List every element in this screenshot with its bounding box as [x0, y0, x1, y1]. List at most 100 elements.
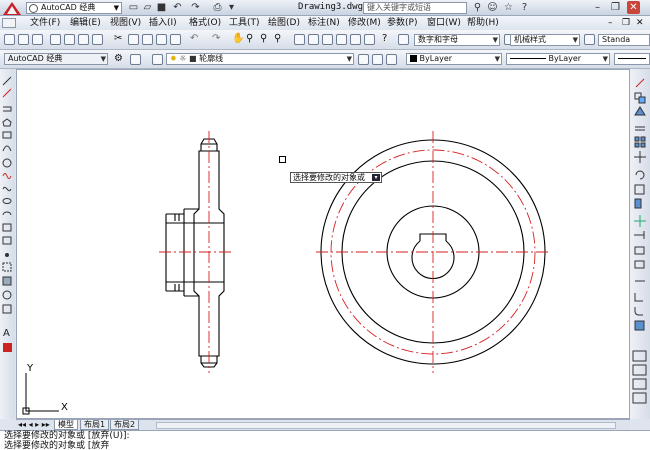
- plot-icon[interactable]: [50, 34, 61, 45]
- publish-icon[interactable]: [78, 34, 89, 45]
- quickcalc-icon[interactable]: [364, 34, 375, 45]
- autocad-logo-icon[interactable]: [2, 1, 22, 16]
- menu-insert[interactable]: 插入(I): [147, 17, 179, 29]
- match-properties-icon[interactable]: [156, 34, 167, 45]
- 3d-print-icon[interactable]: [92, 34, 103, 45]
- lightbulb-icon: ✹: [170, 54, 177, 63]
- doc-minimize-button[interactable]: –: [608, 18, 613, 28]
- tab-layout2[interactable]: 布局2: [110, 420, 140, 430]
- star-icon[interactable]: ☆: [503, 2, 514, 13]
- plot-preview-icon[interactable]: [64, 34, 75, 45]
- new-file-icon[interactable]: ▭: [128, 2, 139, 13]
- tab-model[interactable]: 模型: [54, 420, 78, 430]
- block-editor-icon[interactable]: [170, 34, 181, 45]
- layer-state-icon[interactable]: [386, 54, 397, 65]
- drawing-area[interactable]: Y X: [17, 70, 631, 420]
- text-style-combo[interactable]: 数字和字母 ▼: [414, 34, 500, 46]
- markup-icon[interactable]: [350, 34, 361, 45]
- user-icon[interactable]: ☺: [487, 2, 498, 13]
- copy-icon[interactable]: [128, 34, 139, 45]
- make-current-layer-icon[interactable]: [358, 54, 369, 65]
- zoom-realtime-icon[interactable]: ⚲: [246, 33, 253, 44]
- explode-icon: [634, 320, 645, 331]
- menu-edit[interactable]: 编辑(E): [68, 17, 103, 29]
- undo-icon[interactable]: ↶: [172, 2, 183, 13]
- drawing-canvas[interactable]: Y X: [16, 69, 630, 419]
- print-icon[interactable]: ⎙: [212, 2, 223, 13]
- tab-layout1[interactable]: 布局1: [80, 420, 110, 430]
- command-line[interactable]: 选择要修改的对象或 [放弃(U)]: 选择要修改的对象或 [放弃: [0, 430, 650, 450]
- restore-button[interactable]: ❐: [609, 1, 622, 14]
- cut-icon[interactable]: ✂: [114, 33, 122, 44]
- help-icon[interactable]: ?: [382, 33, 387, 44]
- menu-tools[interactable]: 工具(T): [227, 17, 262, 29]
- tool-palettes-icon[interactable]: [322, 34, 333, 45]
- menu-dimension[interactable]: 标注(N): [306, 17, 342, 29]
- ucs-y-label: Y: [26, 363, 34, 374]
- workspace-switcher[interactable]: AutoCAD 经典 ▼: [26, 2, 122, 14]
- menu-view[interactable]: 视图(V): [108, 17, 143, 29]
- workspace-label: AutoCAD 经典: [41, 3, 96, 12]
- break-at-point-icon: [634, 246, 645, 255]
- undo-icon[interactable]: ↶: [190, 33, 198, 44]
- layer-properties-icon[interactable]: [152, 54, 163, 65]
- minimize-button[interactable]: –: [591, 1, 604, 14]
- gradient-icon: [2, 276, 12, 286]
- layer-name: 轮廓线: [199, 54, 224, 63]
- doc-close-button[interactable]: ✕: [636, 18, 644, 28]
- menu-format[interactable]: 格式(O): [187, 17, 223, 29]
- arrow-down-icon[interactable]: ▾: [372, 174, 380, 181]
- new-icon[interactable]: [4, 34, 15, 45]
- table-style-combo[interactable]: Standa: [598, 34, 650, 46]
- search-icon[interactable]: ⚲: [472, 2, 483, 13]
- hatch-icon: [2, 262, 12, 272]
- hub-body: [166, 209, 185, 296]
- ucs-x-label: X: [61, 402, 68, 413]
- help-search-input[interactable]: 键入关键字或短语: [363, 2, 467, 14]
- dim-style-combo[interactable]: 机械样式 ▼: [510, 34, 580, 46]
- open-icon[interactable]: [18, 34, 29, 45]
- workspace-save-icon[interactable]: [130, 54, 141, 65]
- table-style-icon[interactable]: [584, 34, 595, 45]
- color-combo[interactable]: ByLayer ▼: [406, 53, 502, 65]
- save-icon[interactable]: ■: [156, 2, 167, 13]
- tab-nav-arrows[interactable]: ◂◂ ◂ ▸ ▸▸: [18, 420, 50, 430]
- save-icon[interactable]: [32, 34, 43, 45]
- zoom-window-icon[interactable]: ⚲: [260, 33, 267, 44]
- horizontal-scrollbar[interactable]: [156, 422, 616, 429]
- design-center-icon[interactable]: [308, 34, 319, 45]
- draworder-icon: [632, 350, 647, 362]
- menu-help[interactable]: 帮助(H): [465, 17, 501, 29]
- menu-file[interactable]: 文件(F): [28, 17, 62, 29]
- linetype-combo[interactable]: ByLayer ▼: [506, 53, 610, 65]
- redo-icon[interactable]: ↷: [212, 33, 220, 44]
- color-value: ByLayer: [419, 54, 453, 63]
- properties-icon[interactable]: [294, 34, 305, 45]
- dropdown-icon[interactable]: ▾: [226, 2, 237, 13]
- document-icon[interactable]: [2, 18, 16, 28]
- sheet-set-icon[interactable]: [336, 34, 347, 45]
- menu-parametric[interactable]: 参数(P): [385, 17, 419, 29]
- pan-icon[interactable]: ✋: [232, 33, 244, 44]
- lineweight-combo[interactable]: [614, 53, 650, 65]
- layers-toolbar: AutoCAD 经典 ▼ ⚙ ✹ ☼ ■ 轮廓线 ▼ ByLayer ▼ ByLaye…: [0, 50, 650, 69]
- layer-combo[interactable]: ✹ ☼ ■ 轮廓线 ▼: [166, 53, 354, 65]
- open-file-icon[interactable]: ▱: [142, 2, 153, 13]
- pickbox-cursor: [279, 156, 286, 163]
- paste-icon[interactable]: [142, 34, 153, 45]
- text-style-icon[interactable]: [398, 34, 409, 45]
- menu-modify[interactable]: 修改(M): [346, 17, 383, 29]
- array-icon: [634, 136, 640, 142]
- menu-draw[interactable]: 绘图(D): [266, 17, 302, 29]
- gear-icon[interactable]: ⚙: [114, 53, 123, 64]
- text-style-value: 数字和字母: [418, 35, 458, 44]
- workspace-combo[interactable]: AutoCAD 经典 ▼: [4, 53, 108, 65]
- extend-icon: [634, 231, 645, 239]
- doc-restore-button[interactable]: ❐: [622, 18, 630, 28]
- menu-window[interactable]: 窗口(W): [425, 17, 463, 29]
- redo-icon[interactable]: ↷: [190, 2, 201, 13]
- close-button[interactable]: ✕: [627, 1, 640, 14]
- help-icon[interactable]: ?: [519, 2, 530, 13]
- layer-previous-icon[interactable]: [372, 54, 383, 65]
- zoom-previous-icon[interactable]: ⚲: [274, 33, 281, 44]
